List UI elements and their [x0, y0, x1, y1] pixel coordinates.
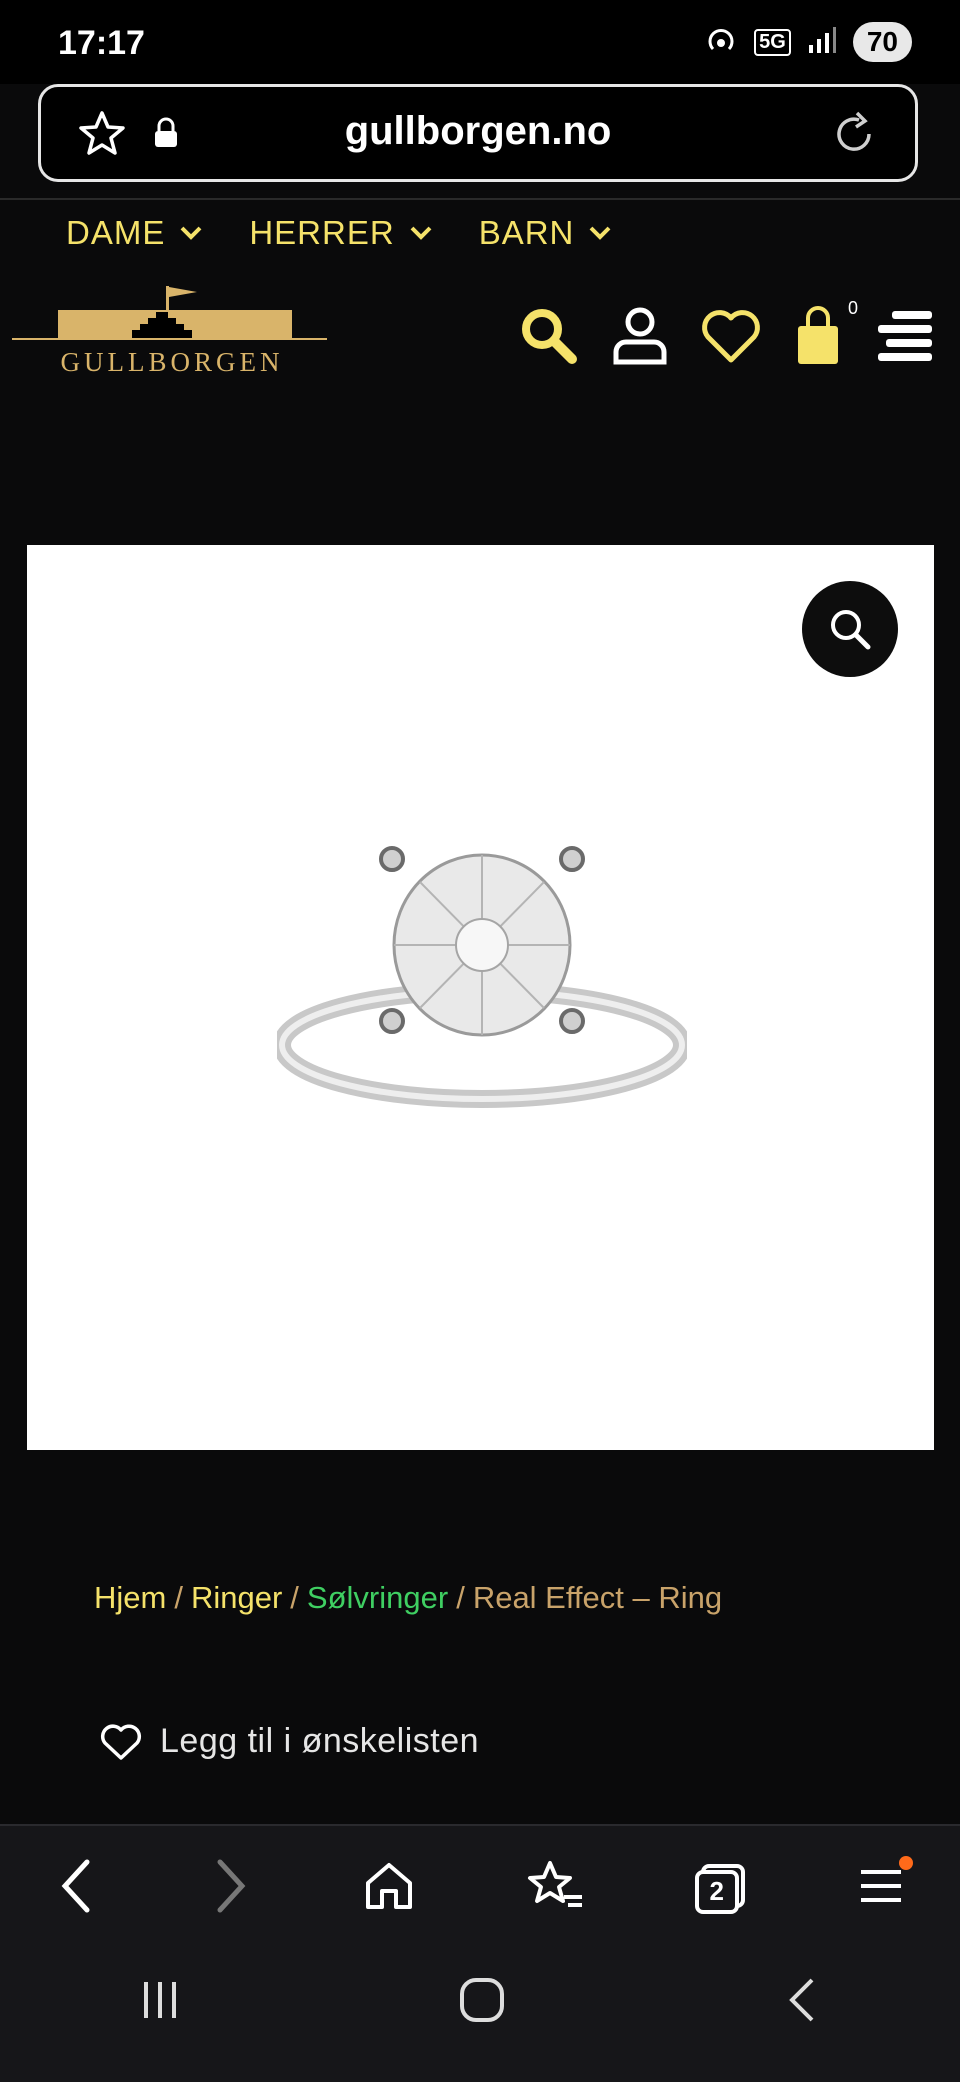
notification-dot	[899, 1856, 914, 1870]
nav-item-barn[interactable]: BARN	[479, 214, 613, 252]
home-button-icon[interactable]	[458, 1976, 506, 2029]
tab-count: 2	[709, 1875, 724, 1906]
system-back-icon[interactable]	[782, 1976, 822, 2029]
network-label: 5G	[754, 28, 791, 56]
magnifier-icon	[831, 610, 871, 650]
heart-icon[interactable]	[700, 308, 762, 369]
product-image[interactable]	[27, 545, 934, 1450]
breadcrumb-separator: /	[174, 1580, 183, 1615]
battery-badge: 70	[852, 22, 912, 62]
main-nav: DAME HERRER BARN	[66, 214, 612, 252]
ring-picture	[277, 846, 687, 1108]
url-text[interactable]: gullborgen.no	[41, 109, 915, 154]
breadcrumb: Hjem / Ringer / Sølvringer / Real Effect – Rin…	[94, 1580, 722, 1616]
hotspot-icon	[704, 23, 738, 62]
nav-item-herrer[interactable]: HERRER	[249, 214, 432, 252]
tabs-icon[interactable]: 2	[693, 1862, 747, 1916]
cart-icon[interactable]: 0	[794, 298, 858, 371]
chevron-down-icon	[410, 226, 432, 240]
nav-item-label: DAME	[66, 214, 166, 251]
logo-text: GULLBORGEN	[61, 347, 284, 377]
browser-menu-icon[interactable]	[857, 1856, 914, 1915]
recent-apps-icon[interactable]	[138, 1978, 182, 2027]
zoom-button[interactable]	[802, 581, 898, 677]
bookmarks-icon[interactable]	[526, 1859, 584, 1918]
heart-outline-icon	[100, 1723, 142, 1760]
breadcrumb-home[interactable]: Hjem	[94, 1580, 166, 1615]
browser-toolbar: 2	[0, 1824, 960, 2082]
nav-item-label: HERRER	[249, 214, 395, 251]
back-icon[interactable]	[55, 1856, 99, 1921]
signal-icon	[807, 25, 837, 60]
breadcrumb-current: Real Effect – Ring	[472, 1580, 723, 1615]
reload-icon[interactable]	[829, 109, 879, 164]
breadcrumb-ringer[interactable]: Ringer	[191, 1580, 282, 1615]
system-navigation	[0, 1976, 960, 2029]
header-divider	[0, 198, 960, 200]
header-actions: 0	[518, 298, 936, 372]
chevron-down-icon	[589, 226, 611, 240]
gullborgen-logo[interactable]: GULLBORGEN	[12, 282, 332, 377]
account-icon[interactable]	[612, 306, 668, 371]
breadcrumb-solvringer[interactable]: Sølvringer	[307, 1580, 448, 1615]
nav-item-label: BARN	[478, 214, 575, 251]
address-bar[interactable]: gullborgen.no	[38, 84, 918, 182]
breadcrumb-separator: /	[290, 1580, 299, 1615]
status-bar: 17:17 5G 70	[0, 0, 960, 84]
status-time: 17:17	[58, 24, 145, 62]
breadcrumb-separator: /	[456, 1580, 465, 1615]
cart-count: 0	[847, 298, 858, 318]
menu-icon[interactable]	[874, 305, 936, 372]
search-icon[interactable]	[518, 305, 580, 372]
wishlist-label: Legg til i ønskelisten	[160, 1722, 480, 1760]
add-to-wishlist[interactable]: Legg til i ønskelisten	[100, 1722, 479, 1761]
home-icon[interactable]	[362, 1859, 416, 1918]
nav-item-dame[interactable]: DAME	[66, 214, 203, 252]
chevron-down-icon	[180, 226, 202, 240]
forward-icon[interactable]	[208, 1856, 252, 1921]
